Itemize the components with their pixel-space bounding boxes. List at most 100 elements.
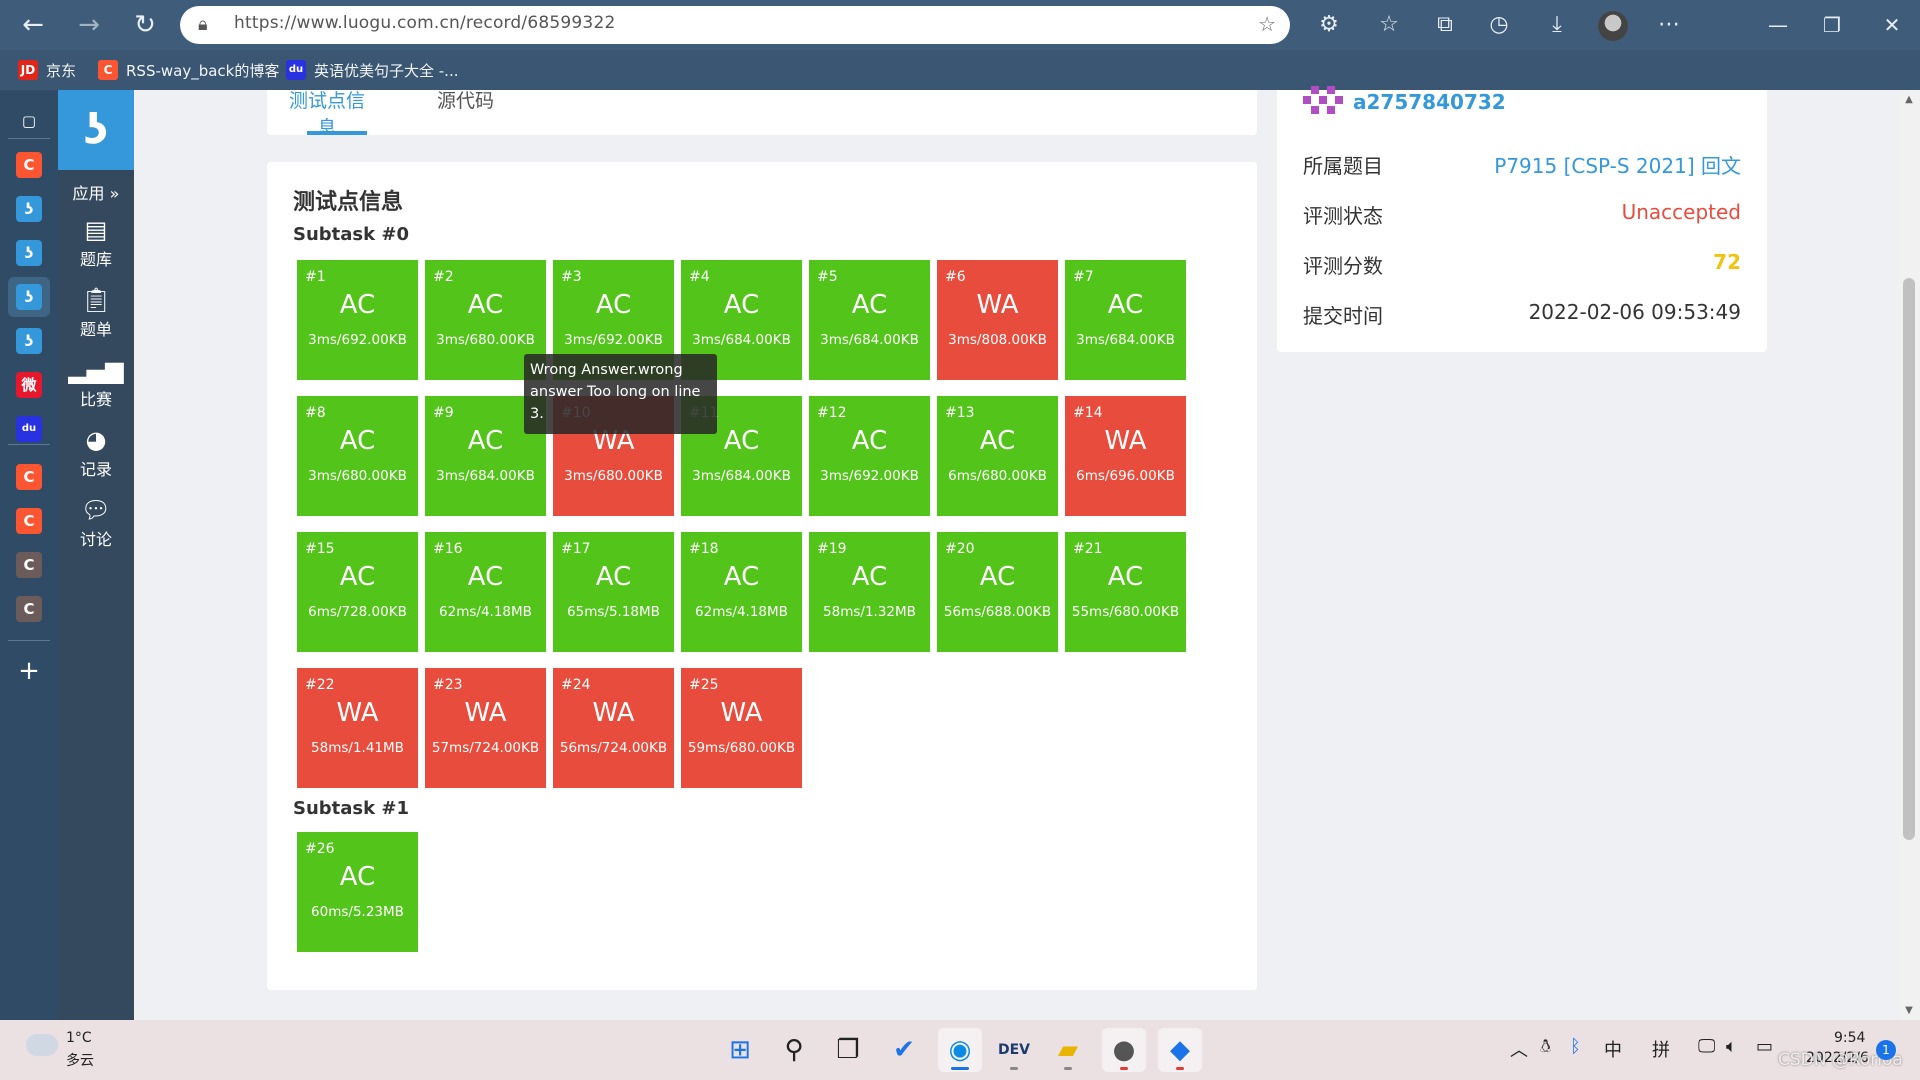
cloud-icon[interactable] [26, 1034, 58, 1056]
restore-icon[interactable]: ❐ [1812, 8, 1852, 42]
case-meta: 59ms/680.00KB [687, 740, 796, 756]
bluetooth-icon[interactable]: ᛒ [1570, 1036, 1581, 1057]
test-case[interactable]: #8 AC 3ms/680.00KB [297, 396, 418, 516]
username-link[interactable]: a2757840732 [1353, 90, 1506, 114]
close-icon[interactable]: ✕ [1872, 8, 1912, 42]
todo-icon[interactable]: ✔ [882, 1028, 926, 1072]
test-case[interactable]: #24 WA 56ms/724.00KB [553, 668, 674, 788]
profile-avatar[interactable] [1598, 11, 1628, 41]
minimize-icon[interactable]: — [1758, 8, 1798, 42]
favorites-icon[interactable]: ☆ [1374, 10, 1404, 40]
tab-source-code[interactable]: 源代码 [437, 86, 494, 113]
notification-badge[interactable]: 1 [1876, 1040, 1896, 1060]
case-status: AC [851, 290, 888, 320]
sidebar-item-contest[interactable]: ▂▄▆ 比赛 [58, 356, 134, 410]
collections-icon[interactable]: ⧉ [1430, 10, 1460, 40]
scroll-thumb[interactable] [1903, 278, 1915, 840]
file-explorer-icon[interactable]: ▰ [1046, 1028, 1090, 1072]
back-arrow-icon[interactable]: ← [16, 8, 50, 42]
search-icon[interactable]: ⚲ [772, 1028, 816, 1072]
bookmark-english-sentences[interactable]: du 英语优美句子大全 -... [286, 58, 459, 82]
test-case[interactable]: #22 WA 58ms/1.41MB [297, 668, 418, 788]
csdn-icon[interactable]: C [16, 508, 42, 534]
luogu-icon[interactable]: ʖ [16, 240, 42, 266]
tab-actions-icon[interactable]: ▢ [16, 108, 42, 134]
scroll-up-icon[interactable]: ▲ [1898, 94, 1920, 105]
edge-icon[interactable]: ◉ [938, 1028, 982, 1072]
weather-desc[interactable]: 多云 [66, 1050, 94, 1070]
battery-icon[interactable]: ▭ [1756, 1036, 1773, 1057]
refresh-icon[interactable]: ↻ [128, 8, 162, 42]
test-case[interactable]: #16 AC 62ms/4.18MB [425, 532, 546, 652]
csdn-icon[interactable]: C [16, 464, 42, 490]
test-case[interactable]: #26 AC 60ms/5.23MB [297, 832, 418, 952]
feishu-icon[interactable]: ◆ [1158, 1028, 1202, 1072]
weather-temp[interactable]: 1°C [66, 1030, 92, 1046]
devcpp-icon[interactable]: DEV [992, 1028, 1036, 1072]
bookmark-jd[interactable]: JD 京东 [18, 58, 76, 82]
weibo-icon[interactable]: 微 [16, 372, 42, 398]
tray-expand-icon[interactable]: ︿ [1510, 1036, 1528, 1062]
url-text[interactable]: https://www.luogu.com.cn/record/68599322 [234, 13, 615, 33]
user-avatar-icon[interactable] [1303, 84, 1343, 124]
apps-menu[interactable]: 应用 » [58, 180, 134, 204]
case-id: #19 [817, 541, 847, 557]
sidebar-item-record[interactable]: ◕ 记录 [58, 426, 134, 480]
qq-icon[interactable]: 🐧︎ [1540, 1036, 1551, 1059]
clock-time[interactable]: 9:54 [1834, 1030, 1865, 1046]
test-case[interactable]: #1 AC 3ms/692.00KB [297, 260, 418, 380]
csdn-icon[interactable]: C [16, 552, 42, 578]
csdn-icon[interactable]: C [16, 596, 42, 622]
scroll-down-icon[interactable]: ▼ [1898, 1005, 1920, 1016]
test-case[interactable]: #17 AC 65ms/5.18MB [553, 532, 674, 652]
test-case[interactable]: #18 AC 62ms/4.18MB [681, 532, 802, 652]
test-case[interactable]: #25 WA 59ms/680.00KB [681, 668, 802, 788]
case-meta: 3ms/692.00KB [820, 468, 919, 484]
ime-pinyin[interactable]: 拼 [1652, 1036, 1670, 1062]
case-meta: 6ms/728.00KB [308, 604, 407, 620]
case-id: #14 [1073, 405, 1103, 421]
test-case[interactable]: #20 AC 56ms/688.00KB [937, 532, 1058, 652]
test-case[interactable]: #13 AC 6ms/680.00KB [937, 396, 1058, 516]
tab-separator [8, 138, 50, 139]
problem-link[interactable]: P7915 [CSP-S 2021] 回文 [1494, 150, 1741, 179]
sidebar-item-training[interactable]: 📋︎ 题单 [58, 286, 134, 340]
page-scrollbar[interactable]: ▲ ▼ [1898, 90, 1920, 1020]
task-view-icon[interactable]: ❐ [826, 1028, 870, 1072]
luogu-icon[interactable]: ʖ [16, 284, 42, 310]
baidu-icon[interactable]: du [16, 416, 42, 442]
more-menu-icon[interactable]: ⋯ [1654, 10, 1684, 40]
test-case[interactable]: #7 AC 3ms/684.00KB [1065, 260, 1186, 380]
csdn-icon[interactable]: C [16, 152, 42, 178]
forward-arrow-icon[interactable]: → [72, 8, 106, 42]
test-case[interactable]: #21 AC 55ms/680.00KB [1065, 532, 1186, 652]
test-case[interactable]: #5 AC 3ms/684.00KB [809, 260, 930, 380]
sidebar-item-problems[interactable]: ▤ 题库 [58, 216, 134, 270]
test-case[interactable]: #12 AC 3ms/692.00KB [809, 396, 930, 516]
downloads-icon[interactable]: ⤓ [1542, 10, 1572, 40]
start-icon[interactable]: ⊞ [718, 1028, 762, 1072]
extensions-icon[interactable]: ⚙ [1314, 10, 1344, 40]
tab-separator [8, 444, 50, 445]
test-case[interactable]: #19 AC 58ms/1.32MB [809, 532, 930, 652]
bookmark-rss-blog[interactable]: C RSS-way_back的博客 [98, 58, 279, 82]
history-icon[interactable]: ◷ [1484, 10, 1514, 40]
case-meta: 3ms/680.00KB [436, 332, 535, 348]
new-tab-icon[interactable]: + [16, 658, 42, 684]
network-icon[interactable]: 🖵︎ [1698, 1036, 1715, 1057]
add-favorite-icon[interactable]: ☆ [1258, 12, 1276, 36]
sidebar-item-discuss[interactable]: 💬︎ 讨论 [58, 496, 134, 550]
ime-chinese[interactable]: 中 [1604, 1036, 1622, 1062]
test-case[interactable]: #23 WA 57ms/724.00KB [425, 668, 546, 788]
luogu-icon[interactable]: ʖ [16, 196, 42, 222]
luogu-icon[interactable]: ʖ [16, 328, 42, 354]
test-case[interactable]: #14 WA 6ms/696.00KB [1065, 396, 1186, 516]
address-bar[interactable]: 🔒︎ https://www.luogu.com.cn/record/68599… [180, 6, 1290, 44]
luogu-logo-icon[interactable]: ʖ [58, 90, 134, 170]
volume-icon[interactable]: 🔈︎ [1726, 1036, 1737, 1057]
test-case[interactable]: #6 WA 3ms/808.00KB [937, 260, 1058, 380]
sidebar-item-label: 讨论 [79, 530, 112, 549]
test-case[interactable]: #15 AC 6ms/728.00KB [297, 532, 418, 652]
app-avatar-icon[interactable]: ● [1102, 1028, 1146, 1072]
tab-test-points[interactable]: 测试点信息 [287, 86, 367, 135]
